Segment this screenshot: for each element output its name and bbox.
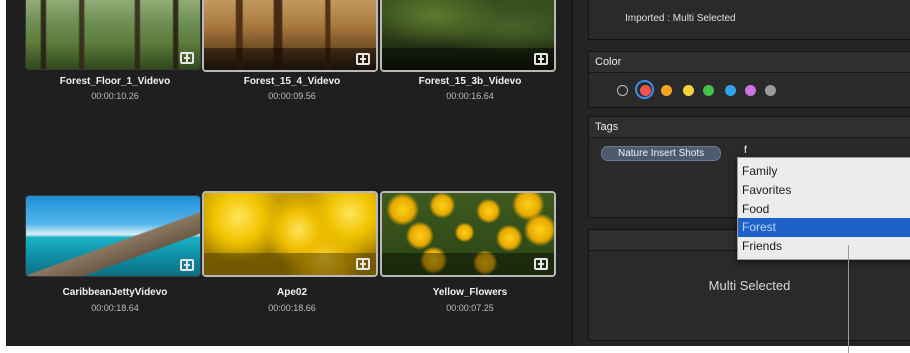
tag-input-text[interactable]: f (744, 145, 747, 156)
suggestion-family[interactable]: Family (738, 162, 910, 181)
clip-item[interactable]: CaribbeanJettyVidevo 00:00:18.64 (25, 191, 205, 321)
thumbnail-overlay (204, 253, 376, 275)
selected-ring (635, 80, 654, 99)
clip-name: Ape02 (276, 287, 307, 298)
clip-thumbnail[interactable] (380, 0, 556, 72)
yellow-swatch[interactable] (683, 85, 694, 96)
red-swatch[interactable] (635, 80, 654, 99)
blue-swatch[interactable] (725, 85, 736, 96)
film-icon (356, 53, 370, 65)
thumbnail-overlay (382, 48, 554, 70)
suggestion-friends[interactable]: Friends (738, 237, 910, 256)
gray-swatch[interactable] (765, 85, 776, 96)
suggestion-forest[interactable]: Forest (738, 218, 910, 237)
tag-suggestions-dropdown[interactable]: Family Favorites Food Forest Friends (737, 157, 910, 260)
clip-thumbnail[interactable] (202, 191, 378, 277)
film-icon (180, 52, 194, 64)
clip-item[interactable]: Yellow_Flowers 00:00:07.25 (380, 191, 560, 321)
clip-duration: 00:00:16.64 (446, 91, 494, 101)
suggestion-food[interactable]: Food (738, 200, 910, 219)
suggestion-favorites[interactable]: Favorites (738, 181, 910, 200)
green-swatch[interactable] (703, 85, 714, 96)
clip-name: CaribbeanJettyVidevo (62, 287, 168, 298)
caribbean-jetty-image (26, 196, 200, 276)
clip-thumbnail[interactable] (380, 191, 556, 277)
clip-name: Forest_15_3b_Videvo (418, 76, 522, 87)
callout-line (848, 245, 849, 353)
color-panel: Color (588, 51, 910, 108)
thumbnail-overlay (382, 253, 554, 275)
forest-floor-image (26, 0, 200, 69)
film-icon (356, 258, 370, 270)
clip-name: Forest_15_4_Videvo (243, 76, 341, 87)
color-panel-header: Color (589, 52, 910, 73)
clip-duration: 00:00:09.56 (268, 91, 316, 101)
imported-label: Imported : Multi Selected (625, 13, 736, 24)
clip-duration: 00:00:18.66 (268, 303, 316, 313)
film-icon (534, 258, 548, 270)
clip-thumbnail[interactable] (25, 195, 201, 277)
clip-name: Yellow_Flowers (432, 287, 508, 298)
tags-panel-title: Tags (595, 121, 619, 133)
clip-thumbnail[interactable] (202, 0, 378, 72)
clip-item[interactable]: Forest_15_4_Videvo 00:00:09.56 (202, 0, 382, 101)
clip-name: Forest_Floor_1_Videvo (59, 76, 171, 87)
clip-item[interactable]: Forest_Floor_1_Videvo 00:00:10.26 (25, 0, 205, 101)
film-icon (534, 53, 548, 65)
clip-duration: 00:00:18.64 (91, 303, 139, 313)
clip-item[interactable]: Forest_15_3b_Videvo 00:00:16.64 (380, 0, 560, 101)
thumbnail-overlay (204, 48, 376, 70)
clip-thumbnail[interactable] (25, 0, 201, 70)
no-color-swatch[interactable] (617, 85, 628, 96)
tag-token[interactable]: Nature Insert Shots (601, 146, 722, 161)
media-browser: Forest_Floor_1_Videvo 00:00:10.26 Forest… (6, 0, 572, 346)
orange-swatch[interactable] (661, 85, 672, 96)
clip-duration: 00:00:07.25 (446, 303, 494, 313)
film-icon (180, 259, 194, 271)
purple-swatch[interactable] (745, 85, 756, 96)
clip-item[interactable]: Ape02 00:00:18.66 (202, 191, 382, 321)
multi-selected-label: Multi Selected (708, 278, 791, 293)
tags-panel-header: Tags (589, 117, 910, 138)
color-panel-title: Color (595, 56, 622, 68)
clip-duration: 00:00:10.26 (91, 91, 139, 101)
imported-panel: Imported : Multi Selected (588, 0, 910, 40)
